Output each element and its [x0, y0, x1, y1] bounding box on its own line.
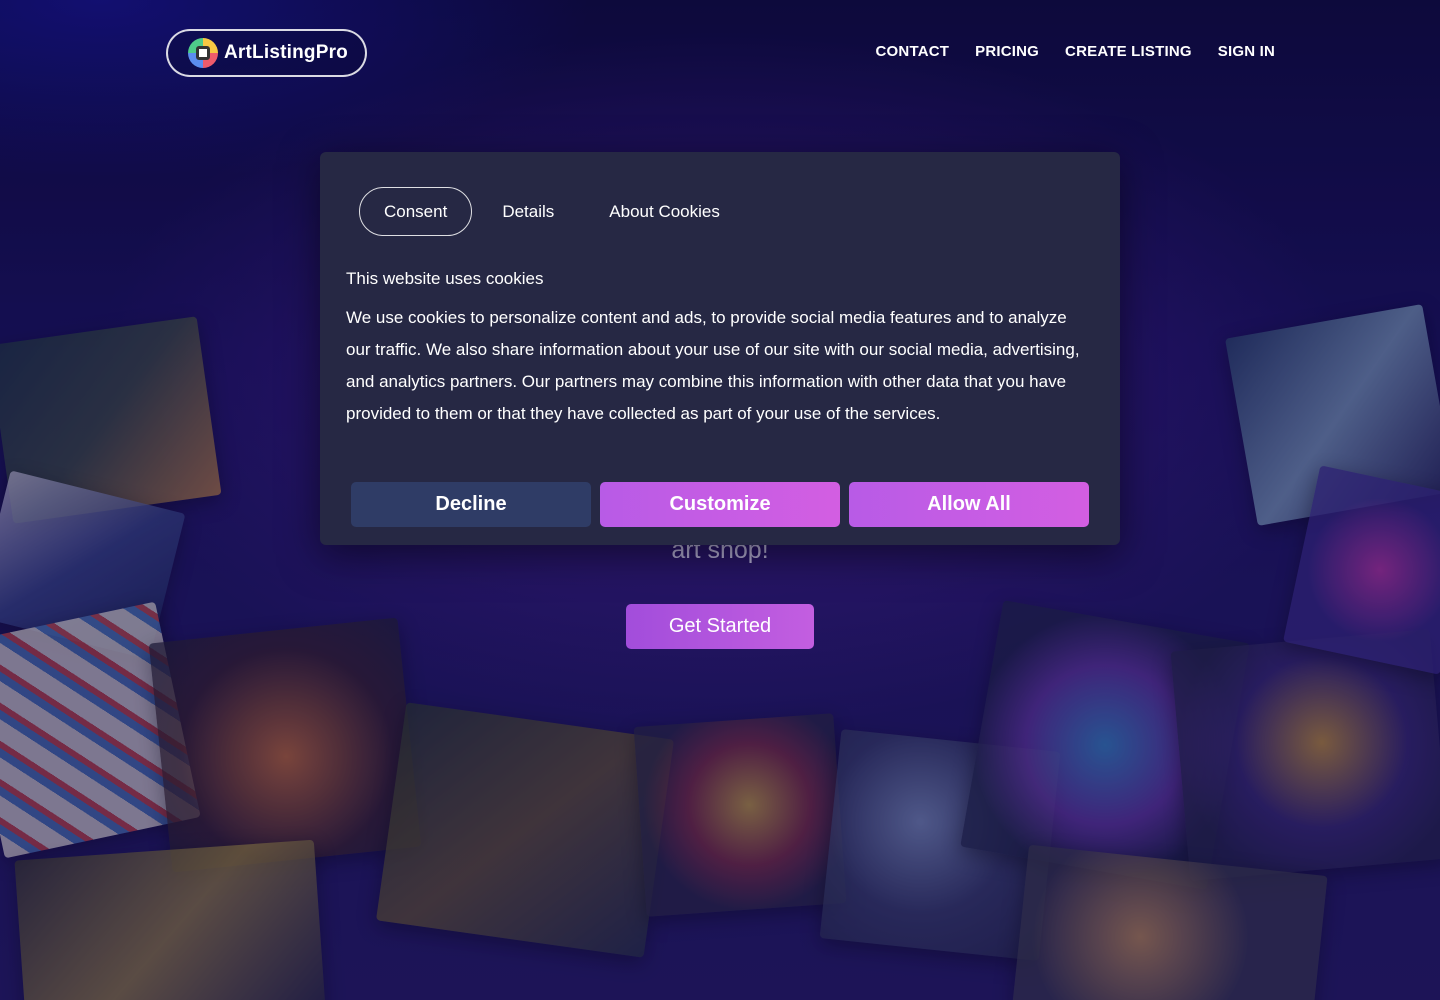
nav-contact-link[interactable]: CONTACT: [876, 43, 950, 60]
nav-create-listing-link[interactable]: CREATE LISTING: [1065, 43, 1192, 60]
get-started-button[interactable]: Get Started: [626, 604, 814, 649]
decline-button[interactable]: Decline: [351, 482, 591, 527]
tab-about-cookies[interactable]: About Cookies: [584, 187, 745, 236]
cookie-dialog-description: We use cookies to personalize content an…: [346, 308, 1080, 423]
artlistingpro-logo-icon: [188, 38, 218, 68]
tab-details[interactable]: Details: [477, 187, 579, 236]
brand-name: ArtListingPro: [224, 42, 348, 63]
cookie-dialog-title: This website uses cookies: [346, 269, 544, 288]
customize-button[interactable]: Customize: [600, 482, 840, 527]
brand-logo[interactable]: ArtListingPro: [166, 29, 367, 77]
cookie-dialog-actions: Decline Customize Allow All: [351, 482, 1089, 527]
main-nav: CONTACT PRICING CREATE LISTING SIGN IN: [876, 43, 1275, 60]
tab-consent[interactable]: Consent: [359, 187, 473, 236]
nav-pricing-link[interactable]: PRICING: [975, 43, 1039, 60]
nav-sign-in-link[interactable]: SIGN IN: [1218, 43, 1275, 60]
cookie-dialog-tabs: Consent Details About Cookies: [359, 187, 745, 236]
allow-all-button[interactable]: Allow All: [849, 482, 1089, 527]
cookie-consent-dialog: Consent Details About Cookies This websi…: [320, 152, 1120, 545]
